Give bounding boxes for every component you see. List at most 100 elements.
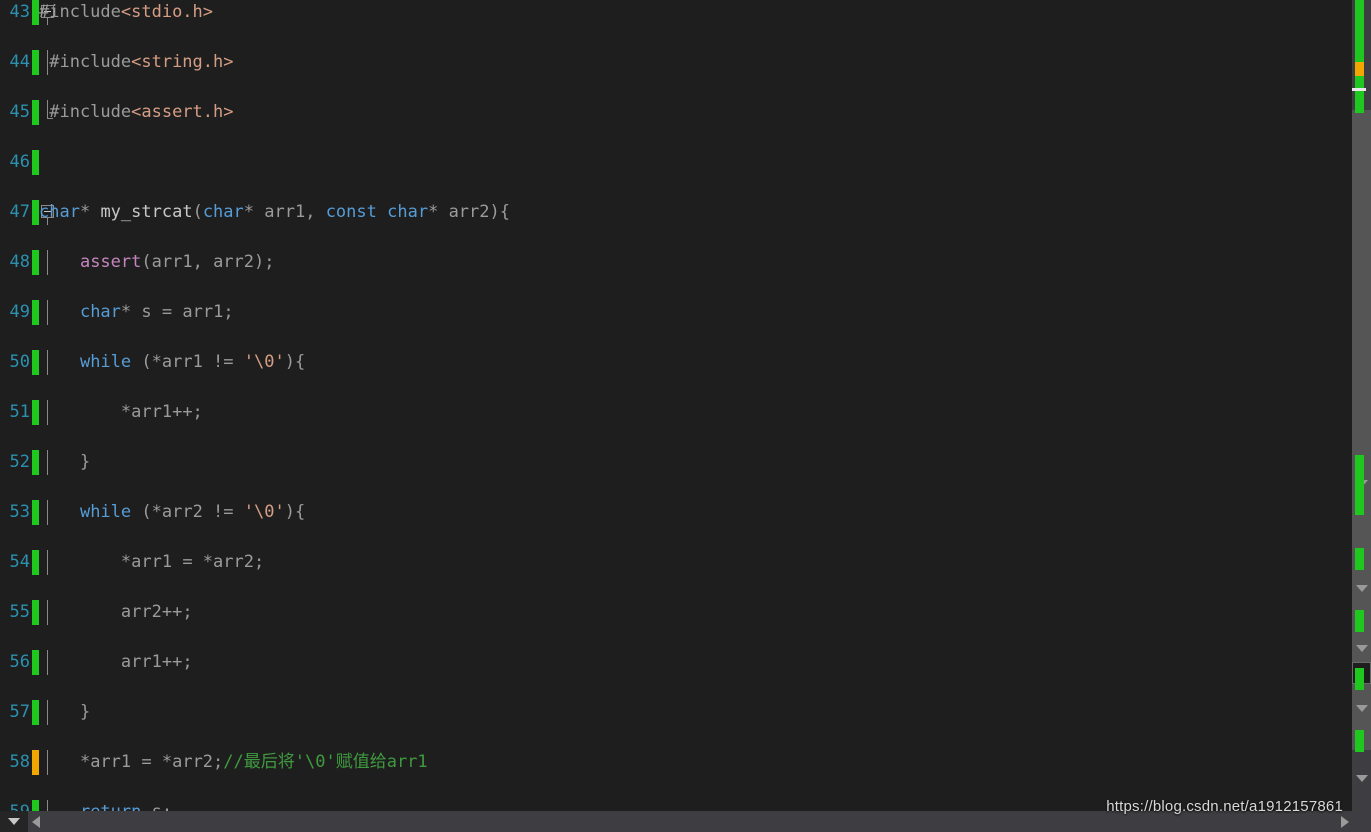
token-kw: char bbox=[79, 302, 121, 322]
token-kw: char bbox=[387, 202, 429, 222]
code-line[interactable]: 55 arr2++; bbox=[0, 600, 1371, 625]
overview-marker-change bbox=[1355, 455, 1364, 515]
token-punc: ); bbox=[254, 252, 275, 272]
token-punc: ++; bbox=[161, 652, 193, 672]
code-line[interactable]: 44 #include<string.h> bbox=[0, 50, 1371, 75]
overview-ruler-scrollbar[interactable] bbox=[1352, 0, 1371, 811]
change-indicator-bar bbox=[32, 350, 39, 375]
token-pre: #include bbox=[39, 102, 132, 122]
token-punc bbox=[377, 202, 387, 222]
token-pre: #include bbox=[39, 2, 121, 22]
token-punc: } bbox=[39, 702, 91, 722]
line-number: 56 bbox=[9, 652, 30, 672]
line-number: 54 bbox=[9, 552, 30, 572]
code-text: *arr1 = *arr2; bbox=[39, 550, 264, 575]
token-punc: ( bbox=[192, 202, 203, 222]
code-lines-container: 43 #include<stdio.h> 44 #include<string.h>… bbox=[0, 0, 1371, 811]
overview-marker-unsaved bbox=[1355, 62, 1364, 76]
token-punc: ){ bbox=[489, 202, 510, 222]
change-indicator-bar bbox=[32, 400, 39, 425]
token-punc bbox=[39, 602, 121, 622]
code-line[interactable]: 47 char* my_strcat(char* arr1, const char… bbox=[0, 200, 1371, 225]
change-indicator-bar bbox=[32, 600, 39, 625]
line-number: 48 bbox=[9, 252, 30, 272]
token-punc: = bbox=[151, 302, 183, 322]
code-line[interactable]: 54 *arr1 = *arr2; bbox=[0, 550, 1371, 575]
line-number: 47 bbox=[9, 202, 30, 222]
token-id: arr2 bbox=[213, 252, 255, 272]
token-id: arr2 bbox=[172, 752, 214, 772]
overview-marker-change bbox=[1355, 730, 1364, 752]
code-line[interactable]: 45 #include<assert.h> bbox=[0, 100, 1371, 125]
token-punc bbox=[141, 802, 151, 811]
triangle-left-icon[interactable] bbox=[32, 816, 40, 828]
code-line[interactable]: 50 while (*arr1 != '\0'){ bbox=[0, 350, 1371, 375]
token-punc: = * bbox=[172, 552, 214, 572]
change-indicator-bar bbox=[32, 450, 39, 475]
token-id: arr2 bbox=[120, 602, 162, 622]
vertical-scrollbar-thumb[interactable] bbox=[1352, 110, 1371, 750]
code-line[interactable]: 48 assert(arr1, arr2); bbox=[0, 250, 1371, 275]
token-punc bbox=[39, 502, 80, 522]
change-indicator-bar bbox=[32, 800, 39, 811]
token-punc bbox=[39, 252, 80, 272]
line-number: 44 bbox=[9, 52, 30, 72]
watermark-url: https://blog.csdn.net/a1912157861 bbox=[1106, 798, 1343, 815]
triangle-right-icon[interactable] bbox=[1341, 816, 1349, 828]
code-line[interactable]: 51 *arr1++; bbox=[0, 400, 1371, 425]
editor-corner-dropdown[interactable] bbox=[0, 811, 28, 832]
editor-text-area[interactable]: 43 #include<stdio.h> 44 #include<string.h>… bbox=[0, 0, 1371, 811]
code-text: } bbox=[39, 450, 90, 475]
token-id: arr1 bbox=[120, 652, 162, 672]
line-number: 46 bbox=[9, 152, 30, 172]
token-id: arr2 bbox=[448, 202, 490, 222]
token-punc bbox=[39, 652, 121, 672]
token-kw: while bbox=[79, 502, 132, 522]
code-text: arr2++; bbox=[39, 600, 193, 625]
code-line[interactable]: 57 } bbox=[0, 700, 1371, 725]
code-text: arr1++; bbox=[39, 650, 193, 675]
code-line[interactable]: 56 arr1++; bbox=[0, 650, 1371, 675]
token-punc: ; bbox=[162, 802, 172, 811]
triangle-down-icon bbox=[1356, 645, 1368, 652]
change-indicator-bar bbox=[32, 650, 39, 675]
code-text: #include<stdio.h> bbox=[39, 0, 213, 25]
scrollbar-corner bbox=[1352, 811, 1371, 832]
token-str: '\0' bbox=[243, 352, 285, 372]
token-kw: char bbox=[39, 202, 80, 222]
line-number: 50 bbox=[9, 352, 30, 372]
code-text: assert(arr1, arr2); bbox=[39, 250, 275, 275]
token-hdr: <assert.h> bbox=[131, 102, 234, 122]
code-text: while (*arr2 != '\0'){ bbox=[39, 500, 305, 525]
overview-marker-change bbox=[1355, 91, 1364, 113]
line-number: 43 bbox=[9, 2, 30, 22]
triangle-down-icon bbox=[1356, 585, 1368, 592]
token-punc: (* bbox=[131, 502, 162, 522]
token-punc: * bbox=[120, 302, 142, 322]
token-punc: ++; bbox=[172, 402, 203, 422]
code-line[interactable]: 53 while (*arr2 != '\0'){ bbox=[0, 500, 1371, 525]
triangle-down-icon bbox=[1356, 705, 1368, 712]
code-line[interactable]: 49 char* s = arr1; bbox=[0, 300, 1371, 325]
code-text: #include<assert.h> bbox=[39, 100, 233, 125]
line-number: 52 bbox=[9, 452, 30, 472]
line-number: 51 bbox=[9, 402, 30, 422]
token-hdr: <stdio.h> bbox=[120, 2, 214, 22]
token-punc: } bbox=[39, 452, 91, 472]
token-id: arr1 bbox=[151, 252, 193, 272]
overview-marker-change bbox=[1355, 610, 1364, 632]
change-indicator-bar bbox=[32, 500, 39, 525]
token-punc: ++; bbox=[161, 602, 193, 622]
code-line[interactable]: 58 *arr1 = *arr2;//最后将'\0'赋值给arr1 bbox=[0, 750, 1371, 775]
line-number: 53 bbox=[9, 502, 30, 522]
code-line[interactable]: 52 } bbox=[0, 450, 1371, 475]
change-indicator-bar bbox=[32, 0, 39, 25]
token-punc: * bbox=[39, 402, 132, 422]
code-line[interactable]: 43 #include<stdio.h> bbox=[0, 0, 1371, 25]
line-number: 59 bbox=[0, 800, 30, 811]
token-id: s bbox=[152, 802, 162, 811]
code-line[interactable]: 46 bbox=[0, 150, 1371, 175]
token-punc bbox=[39, 352, 80, 372]
token-id: arr2 bbox=[161, 502, 203, 522]
fold-column[interactable] bbox=[39, 150, 57, 175]
